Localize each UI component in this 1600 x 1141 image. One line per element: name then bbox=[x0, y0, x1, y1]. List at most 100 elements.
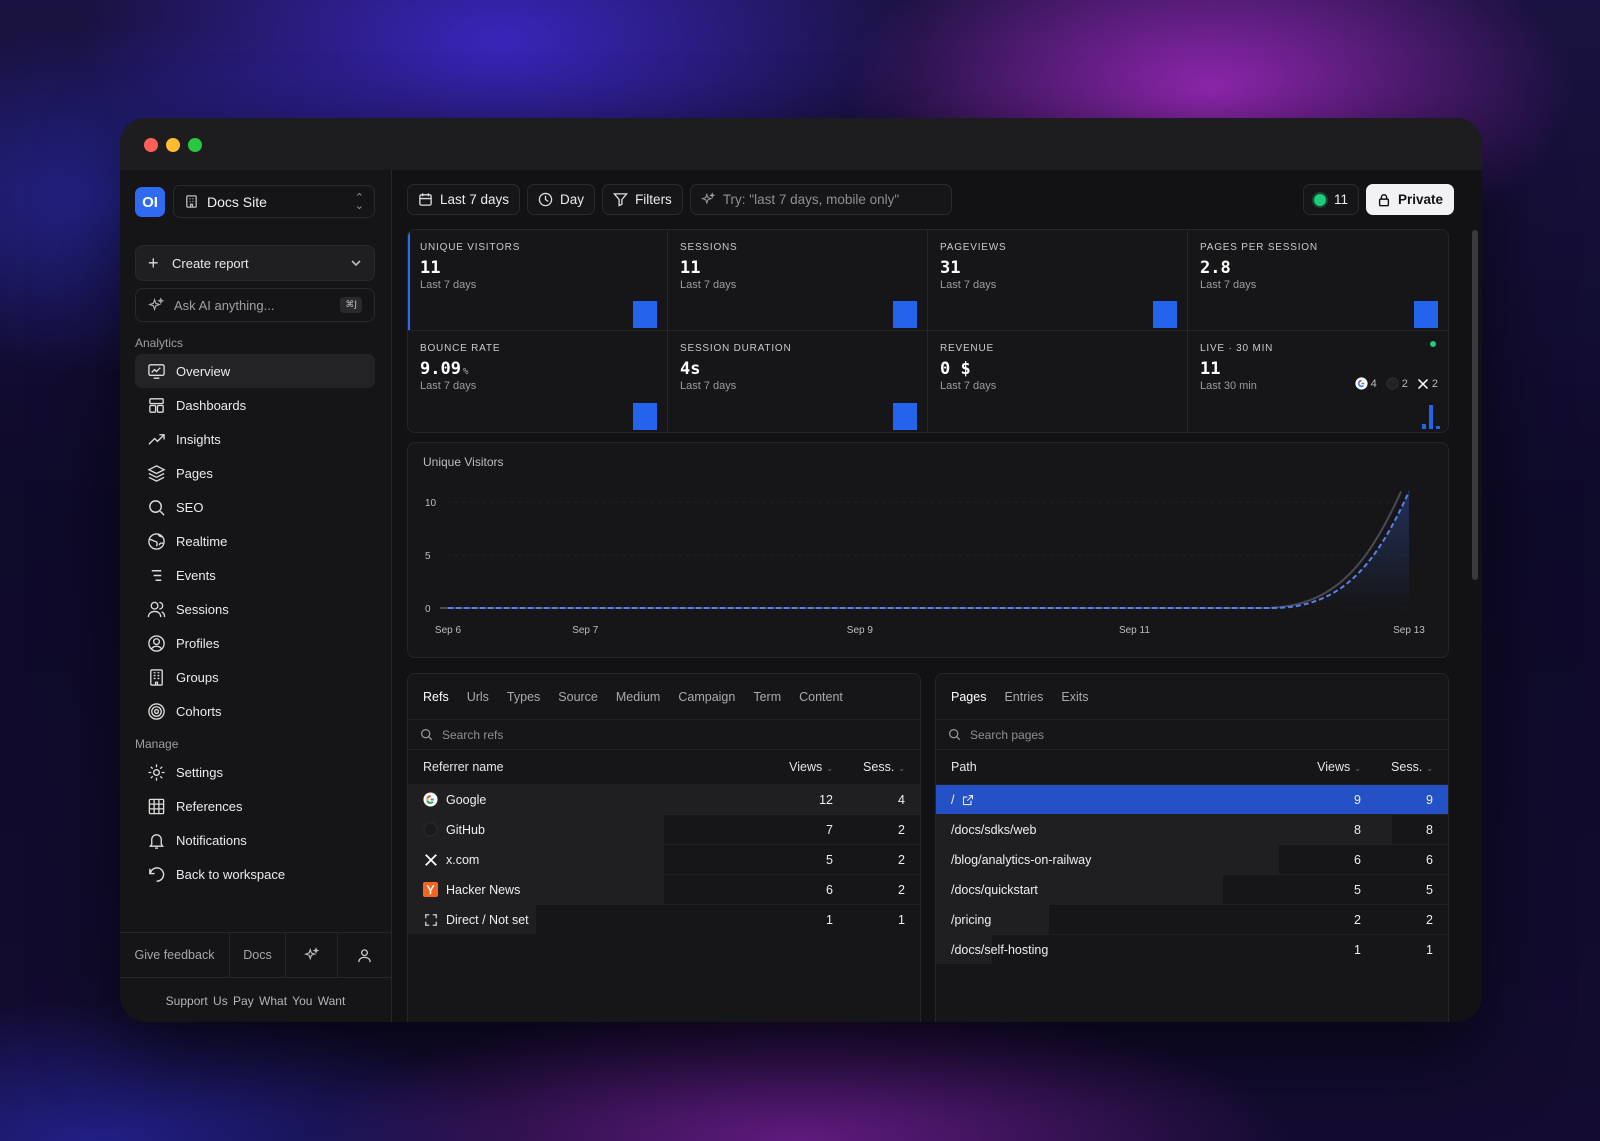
sidebar-item-label: Cohorts bbox=[176, 703, 222, 719]
tab-term[interactable]: Term bbox=[753, 690, 781, 704]
table-row[interactable]: Hacker News 6 2 bbox=[408, 874, 920, 904]
table-row[interactable]: Direct / Not set 1 1 bbox=[408, 904, 920, 934]
sidebar-item-realtime[interactable]: Realtime bbox=[135, 524, 375, 558]
live-dot-icon bbox=[1430, 341, 1436, 347]
stat-bounce-rate[interactable]: Bounce rate 9.09% Last 7 days bbox=[408, 331, 668, 432]
site-selector[interactable]: Docs Site ⌃ ⌄ bbox=[173, 185, 375, 218]
stat-live[interactable]: Live · 30 min 11 Last 30 min 4 2 2 bbox=[1188, 331, 1448, 432]
interval-button[interactable]: Day bbox=[527, 184, 596, 215]
previous-period-line bbox=[440, 491, 1402, 609]
sidebar-item-profiles[interactable]: Profiles bbox=[135, 626, 375, 660]
sidebar-item-events[interactable]: Events bbox=[135, 558, 375, 592]
sidebar-item-seo[interactable]: SEO bbox=[135, 490, 375, 524]
col-sessions[interactable]: Sess. ⌄ bbox=[1361, 760, 1433, 774]
sidebar-item-groups[interactable]: Groups bbox=[135, 660, 375, 694]
tab-entries[interactable]: Entries bbox=[1004, 690, 1043, 704]
y-tick-label: 5 bbox=[425, 551, 431, 562]
refs-tabs: Refs Urls Types Source Medium Campaign T… bbox=[408, 674, 920, 720]
ask-ai-input[interactable]: Ask AI anything... ⌘J bbox=[135, 288, 375, 322]
account-button[interactable] bbox=[338, 933, 391, 977]
table-row[interactable]: x.com 5 2 bbox=[408, 844, 920, 874]
direct-icon bbox=[423, 912, 438, 927]
stat-pages-per-session[interactable]: Pages per session 2.8 Last 7 days bbox=[1188, 230, 1448, 331]
sparkline-bar bbox=[1153, 301, 1177, 328]
sessions-cell: 2 bbox=[1426, 912, 1433, 927]
col-path[interactable]: Path bbox=[951, 760, 1287, 774]
sidebar-item-references[interactable]: References bbox=[135, 789, 375, 823]
table-row[interactable]: /blog/analytics-on-railway 6 6 bbox=[936, 844, 1448, 874]
table-row[interactable]: / 9 9 bbox=[936, 784, 1448, 814]
pages-panel: Pages Entries Exits Search pages Path Vi… bbox=[935, 673, 1449, 1022]
stat-value: 11 bbox=[1200, 359, 1221, 379]
tab-refs[interactable]: Refs bbox=[423, 690, 449, 704]
close-window-button[interactable] bbox=[144, 138, 158, 152]
external-link-icon[interactable] bbox=[962, 794, 974, 806]
ai-filter-input[interactable]: Try: "last 7 days, mobile only" bbox=[689, 184, 952, 215]
sidebar-item-label: Insights bbox=[176, 431, 221, 447]
sidebar-item-sessions[interactable]: Sessions bbox=[135, 592, 375, 626]
stat-pageviews[interactable]: Pageviews 31 Last 7 days bbox=[928, 230, 1188, 331]
main-scrollbar[interactable] bbox=[1472, 230, 1478, 580]
stat-session-duration[interactable]: Session duration 4s Last 7 days bbox=[668, 331, 928, 432]
col-views[interactable]: Views ⌄ bbox=[1287, 760, 1361, 774]
sidebar-item-label: Back to workspace bbox=[176, 866, 286, 882]
ai-assistant-button[interactable] bbox=[286, 933, 338, 977]
pages-search-input[interactable]: Search pages bbox=[936, 720, 1448, 750]
create-report-label: Create report bbox=[172, 255, 249, 271]
stat-unique-visitors[interactable]: Unique Visitors 11 Last 7 days bbox=[408, 230, 668, 331]
tab-medium[interactable]: Medium bbox=[616, 690, 660, 704]
date-range-button[interactable]: Last 7 days bbox=[407, 184, 521, 215]
filters-button[interactable]: Filters bbox=[602, 184, 683, 215]
path-cell: /pricing bbox=[951, 913, 1287, 927]
col-views[interactable]: Views ⌄ bbox=[759, 760, 833, 774]
sessions-cell: 2 bbox=[898, 822, 905, 837]
table-row[interactable]: GitHub 7 2 bbox=[408, 814, 920, 844]
referrer-cell: Google bbox=[423, 792, 759, 807]
table-row[interactable]: /pricing 2 2 bbox=[936, 904, 1448, 934]
col-sessions[interactable]: Sess. ⌄ bbox=[833, 760, 905, 774]
path-cell: / bbox=[951, 793, 1287, 807]
google-icon bbox=[1355, 377, 1368, 390]
stat-sessions[interactable]: Sessions 11 Last 7 days bbox=[668, 230, 928, 331]
create-report-button[interactable]: + Create report bbox=[135, 245, 375, 281]
table-row[interactable]: /docs/self-hosting 1 1 bbox=[936, 934, 1448, 964]
live-visitors-badge[interactable]: 11 bbox=[1302, 184, 1359, 215]
minimize-window-button[interactable] bbox=[166, 138, 180, 152]
live-ref-google: 4 bbox=[1355, 377, 1377, 390]
stat-period: Last 7 days bbox=[940, 380, 997, 392]
table-icon bbox=[148, 798, 165, 814]
sidebar-item-notifications[interactable]: Notifications bbox=[135, 823, 375, 857]
table-row[interactable]: Google 12 4 bbox=[408, 784, 920, 814]
docs-link[interactable]: Docs bbox=[230, 933, 286, 977]
sidebar-item-settings[interactable]: Settings bbox=[135, 755, 375, 789]
sidebar-item-insights[interactable]: Insights bbox=[135, 422, 375, 456]
tab-campaign[interactable]: Campaign bbox=[678, 690, 735, 704]
sidebar-item-back-to-workspace[interactable]: Back to workspace bbox=[135, 857, 375, 891]
table-row[interactable]: /docs/quickstart 5 5 bbox=[936, 874, 1448, 904]
give-feedback-button[interactable]: Give feedback bbox=[120, 933, 230, 977]
tab-pages[interactable]: Pages bbox=[951, 690, 986, 704]
stat-revenue[interactable]: Revenue 0 $ Last 7 days bbox=[928, 331, 1188, 432]
support-link[interactable]: Support Us Pay What You Want bbox=[120, 994, 391, 1008]
private-button[interactable]: Private bbox=[1365, 184, 1454, 215]
tab-content[interactable]: Content bbox=[799, 690, 843, 704]
y-tick-label: 0 bbox=[425, 604, 431, 615]
tab-types[interactable]: Types bbox=[507, 690, 540, 704]
sidebar-item-pages[interactable]: Pages bbox=[135, 456, 375, 490]
sidebar-item-label: Settings bbox=[176, 764, 223, 780]
maximize-window-button[interactable] bbox=[188, 138, 202, 152]
line-chart[interactable]: 0 5 10 Sep 6 Sep 7 Sep 9 Sep 11 Sep 13 bbox=[408, 443, 1450, 659]
main-content: Last 7 days Day Filters Try: "last 7 day… bbox=[392, 170, 1482, 1022]
stat-value: 31 bbox=[940, 258, 961, 278]
sidebar-item-cohorts[interactable]: Cohorts bbox=[135, 694, 375, 728]
table-row[interactable]: /docs/sdks/web 8 8 bbox=[936, 814, 1448, 844]
sidebar-item-dashboards[interactable]: Dashboards bbox=[135, 388, 375, 422]
app-logo[interactable]: OI bbox=[135, 187, 165, 217]
sidebar-item-overview[interactable]: Overview bbox=[135, 354, 375, 388]
monitor-chart-icon bbox=[148, 363, 165, 379]
tab-exits[interactable]: Exits bbox=[1061, 690, 1088, 704]
tab-source[interactable]: Source bbox=[558, 690, 598, 704]
refs-search-input[interactable]: Search refs bbox=[408, 720, 920, 750]
tab-urls[interactable]: Urls bbox=[467, 690, 489, 704]
col-referrer-name[interactable]: Referrer name bbox=[423, 760, 759, 774]
